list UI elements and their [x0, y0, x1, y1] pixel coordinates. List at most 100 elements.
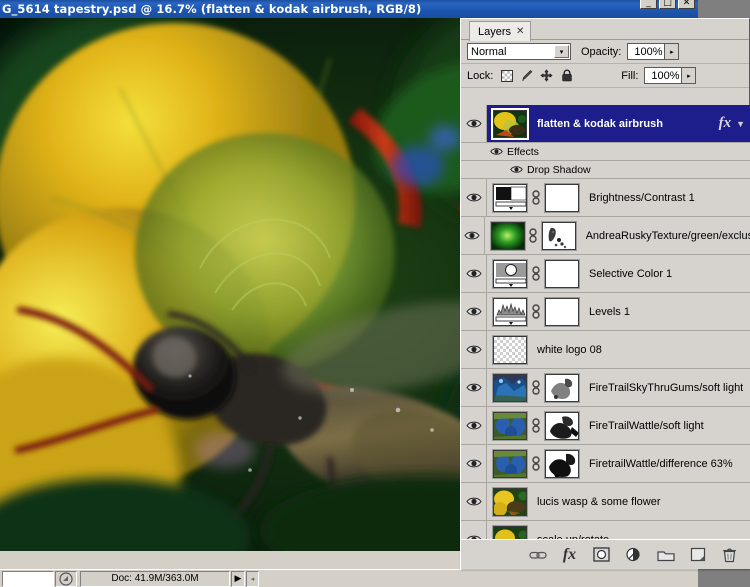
- minimize-button[interactable]: _: [640, 0, 657, 9]
- table-row[interactable]: FireTrailWattle/soft light: [461, 407, 750, 445]
- link-mask-icon[interactable]: [530, 454, 542, 474]
- opacity-slider-button[interactable]: ▸: [664, 44, 679, 59]
- chain-link-icon: [529, 227, 537, 243]
- fill-slider-button[interactable]: ▸: [681, 68, 696, 83]
- new-page-icon: [690, 547, 705, 562]
- layer-visibility-toggle[interactable]: [461, 521, 487, 540]
- thumb-photo-yellow: [494, 488, 526, 515]
- blend-mode-select[interactable]: Normal ▾: [467, 43, 571, 60]
- layer-visibility-toggle[interactable]: [461, 369, 487, 406]
- status-left-arrow-button[interactable]: ◂: [246, 570, 259, 587]
- maximize-button[interactable]: □: [659, 0, 676, 9]
- layer-thumbnail[interactable]: [492, 524, 528, 540]
- link-layers-button[interactable]: [528, 545, 547, 564]
- document-titlebar[interactable]: G_5614 tapestry.psd @ 16.7% (flatten & k…: [0, 0, 698, 18]
- table-row[interactable]: lucis wasp & some flower: [461, 483, 750, 521]
- fill-value: 100%: [651, 69, 680, 82]
- new-group-button[interactable]: [656, 545, 675, 564]
- layer-thumbnail[interactable]: [492, 258, 528, 289]
- new-adjustment-layer-button[interactable]: [624, 545, 643, 564]
- add-layer-style-button[interactable]: fx: [560, 545, 579, 564]
- half-filled-circle-icon: [626, 547, 640, 562]
- close-button[interactable]: ✕: [678, 0, 695, 9]
- table-row[interactable]: Levels 1: [461, 293, 750, 331]
- lock-position-move-icon[interactable]: [540, 69, 554, 82]
- thumb-blue-wattle: [494, 412, 526, 439]
- layer-mask-thumbnail[interactable]: [544, 448, 580, 479]
- tab-layers[interactable]: Layers ✕: [469, 21, 532, 41]
- layer-mask-thumbnail[interactable]: [544, 296, 580, 327]
- layer-effect-drop-shadow[interactable]: Drop Shadow: [461, 161, 750, 179]
- effects-visibility-toggle[interactable]: [485, 147, 507, 156]
- link-mask-icon[interactable]: [530, 378, 542, 398]
- link-mask-icon[interactable]: [530, 416, 542, 436]
- link-mask-icon[interactable]: [530, 302, 542, 322]
- layer-thumbnail[interactable]: [492, 448, 528, 479]
- table-row[interactable]: scale up/rotate: [461, 521, 750, 540]
- layer-mask-thumbnail[interactable]: [544, 182, 580, 213]
- chevron-down-icon[interactable]: ▾: [554, 45, 569, 58]
- table-row[interactable]: FireTrailSkyThruGums/soft light: [461, 369, 750, 407]
- layer-visibility-toggle[interactable]: [461, 445, 487, 482]
- brush-icon: [522, 70, 533, 81]
- layer-mask-thumbnail[interactable]: [544, 372, 580, 403]
- opacity-input[interactable]: 100% ▸: [627, 43, 680, 60]
- delete-layer-button[interactable]: [720, 545, 739, 564]
- layer-visibility-toggle[interactable]: [461, 483, 487, 520]
- layer-visibility-toggle[interactable]: [461, 255, 487, 292]
- status-expand-button[interactable]: ▶: [231, 570, 245, 587]
- link-mask-icon[interactable]: [530, 188, 542, 208]
- layer-visibility-toggle[interactable]: [461, 407, 487, 444]
- thumb-mask-speckle: [542, 222, 575, 249]
- layer-thumbnail[interactable]: [492, 334, 528, 365]
- layer-thumbnail[interactable]: [492, 372, 528, 403]
- thumb-adj-selective-color: [494, 260, 526, 287]
- layer-visibility-toggle[interactable]: [461, 217, 485, 254]
- layer-visibility-toggle[interactable]: [461, 293, 487, 330]
- layer-thumbnail[interactable]: [491, 107, 529, 140]
- table-row[interactable]: AndreaRuskyTexture/green/exclusion: [461, 217, 750, 255]
- layer-mask-thumbnail[interactable]: [544, 258, 580, 289]
- table-row[interactable]: Selective Color 1: [461, 255, 750, 293]
- layer-name: white logo 08: [537, 343, 602, 356]
- table-row[interactable]: Brightness/Contrast 1: [461, 179, 750, 217]
- effects-label: Effects: [507, 145, 539, 158]
- add-layer-mask-button[interactable]: [592, 545, 611, 564]
- layer-thumbnail[interactable]: [489, 220, 526, 251]
- expand-effects-icon[interactable]: ▼: [736, 119, 745, 129]
- layer-thumbnail[interactable]: [492, 296, 528, 327]
- tab-close-icon[interactable]: ✕: [516, 26, 524, 37]
- eye-icon: [489, 148, 503, 155]
- layer-name: lucis wasp & some flower: [537, 495, 661, 508]
- thumb-mask-gray-blob: [546, 374, 578, 401]
- drop-shadow-visibility-toggle[interactable]: [505, 165, 527, 174]
- zoom-percent-field[interactable]: [2, 570, 54, 587]
- layer-visibility-toggle[interactable]: [461, 331, 487, 368]
- layer-effects-group[interactable]: Effects: [461, 143, 750, 161]
- lock-buttons-group: [500, 69, 573, 82]
- layer-visibility-toggle[interactable]: [461, 179, 487, 216]
- thumb-green-glow: [491, 222, 524, 249]
- layer-thumbnail[interactable]: [492, 182, 528, 213]
- layer-mask-thumbnail[interactable]: [540, 220, 577, 251]
- layer-visibility-toggle[interactable]: [461, 105, 487, 142]
- table-row[interactable]: white logo 08: [461, 331, 750, 369]
- lock-all-icon[interactable]: [560, 69, 573, 82]
- chain-link-icon: [532, 455, 540, 471]
- link-mask-icon[interactable]: [528, 226, 539, 246]
- layer-thumbnail[interactable]: [492, 410, 528, 441]
- layer-mask-thumbnail[interactable]: [544, 410, 580, 441]
- lock-transparent-pixels-icon[interactable]: [500, 69, 513, 82]
- layers-list[interactable]: flatten & kodak airbrush fx ▼ Effects Dr…: [461, 105, 750, 540]
- lock-image-pixels-brush-icon[interactable]: [520, 69, 533, 82]
- chain-link-icon: [532, 189, 540, 205]
- fill-input[interactable]: 100% ▸: [644, 67, 697, 84]
- link-mask-icon[interactable]: [530, 264, 542, 284]
- layer-thumbnail[interactable]: [492, 486, 528, 517]
- table-row[interactable]: FiretrailWattle/difference 63%: [461, 445, 750, 483]
- new-layer-button[interactable]: [688, 545, 707, 564]
- table-row[interactable]: flatten & kodak airbrush fx ▼: [461, 105, 750, 143]
- layer-fx-icon[interactable]: fx: [719, 115, 732, 132]
- panel-tabstrip: Layers ✕: [461, 19, 749, 41]
- document-preview-icon[interactable]: [55, 570, 77, 587]
